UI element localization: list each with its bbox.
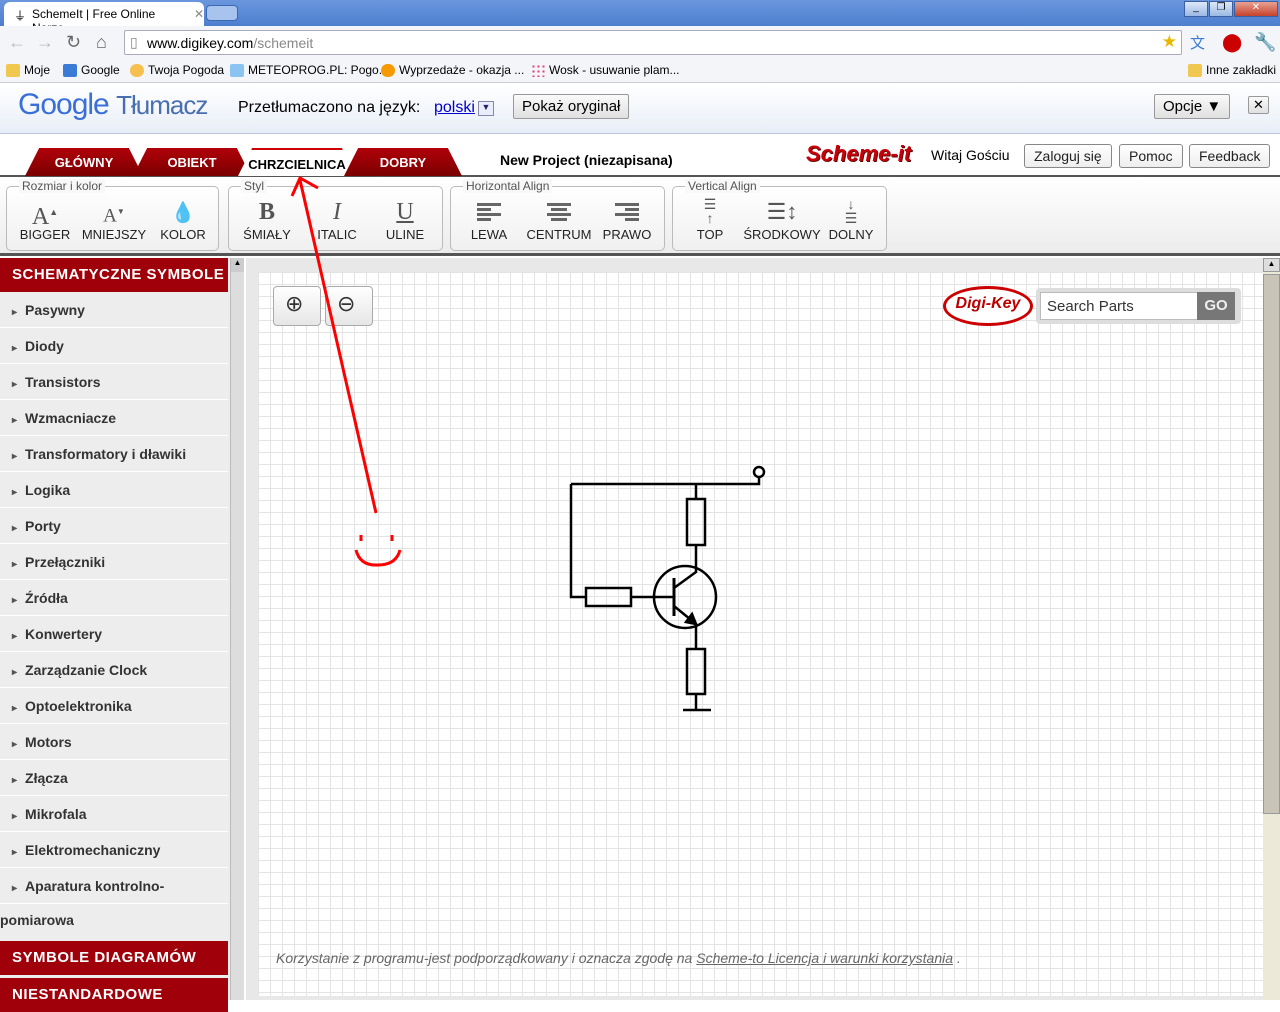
terminal-node xyxy=(752,465,766,479)
resistor-base xyxy=(584,586,633,608)
schematic-overlay xyxy=(290,175,766,712)
smiley-drawing xyxy=(354,535,402,567)
transistor-circuit[interactable] xyxy=(569,465,766,712)
resistor-emitter xyxy=(685,647,707,696)
resistor-collector xyxy=(685,497,707,547)
red-annotation-arrow xyxy=(290,175,378,514)
